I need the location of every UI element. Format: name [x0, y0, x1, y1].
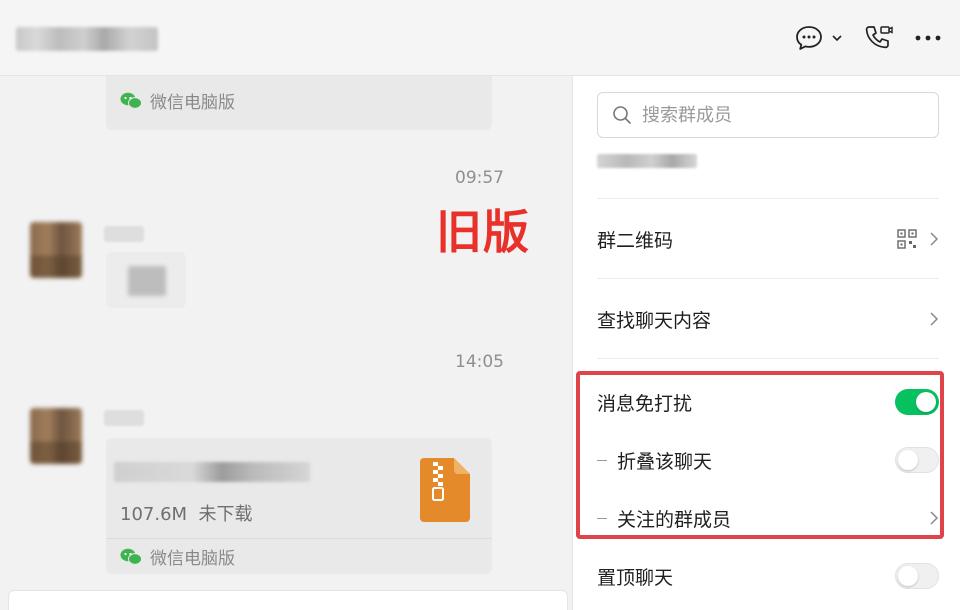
phone-video-icon: [865, 26, 893, 49]
file-meta: 107.6M 未下载: [120, 500, 253, 526]
chevron-right-icon: [930, 232, 939, 246]
avatar[interactable]: [30, 222, 82, 278]
file-status: 未下载: [198, 504, 253, 525]
timestamp: 14:05: [455, 352, 504, 372]
chevron-right-icon: [930, 511, 939, 525]
row-fold-chat[interactable]: 折叠该聊天: [597, 440, 939, 480]
chevron-right-icon: [930, 312, 939, 326]
row-label: 置顶聊天: [597, 566, 674, 589]
image-thumbnail: [128, 266, 166, 296]
top-bar: [0, 0, 960, 76]
row-search-chat-content[interactable]: 查找聊天内容: [597, 299, 939, 339]
card-source: 微信电脑版: [120, 88, 235, 113]
qr-code-icon: [897, 229, 917, 249]
avatar[interactable]: [30, 408, 82, 464]
row-label: 群二维码: [597, 229, 674, 252]
member-search-box[interactable]: [597, 92, 939, 138]
row-label: 查找聊天内容: [597, 309, 712, 332]
file-name: [114, 462, 310, 482]
chat-input[interactable]: [8, 590, 568, 610]
call-button[interactable]: [864, 20, 894, 56]
source-label: 微信电脑版: [150, 93, 235, 113]
pin-toggle[interactable]: [895, 563, 939, 589]
more-button[interactable]: [914, 20, 942, 56]
chat-bubble-icon: [796, 26, 842, 50]
source-label: 微信电脑版: [150, 549, 235, 569]
search-icon: [613, 106, 631, 124]
wechat-icon: [120, 92, 142, 109]
card-divider: [106, 538, 492, 539]
chevron-down-icon: [832, 35, 842, 42]
row-followed-members[interactable]: 关注的群成员: [597, 498, 939, 538]
sender-name: [104, 410, 144, 426]
divider: [597, 198, 939, 199]
sender-name: [104, 226, 144, 242]
row-group-qr-code[interactable]: 群二维码: [597, 219, 939, 259]
chat-area: 微信电脑版 09:57 14:05 107.6M 未下载 微信电脑版: [0, 76, 572, 610]
row-label: 折叠该聊天: [617, 450, 713, 473]
file-message[interactable]: 107.6M 未下载 微信电脑版: [106, 438, 492, 574]
chat-info-panel: 群二维码 查找聊天内容 消息免打扰 折叠该聊天: [572, 76, 960, 610]
member-search-input[interactable]: [642, 104, 912, 126]
member-list[interactable]: [597, 154, 697, 168]
more-dots-icon: [915, 35, 941, 41]
card-source: 微信电脑版: [120, 544, 235, 569]
file-size: 107.6M: [120, 504, 188, 525]
row-label: 消息免打扰: [597, 392, 693, 415]
wechat-icon: [120, 548, 142, 565]
zip-file-icon: [420, 458, 470, 522]
row-mute-notifications[interactable]: 消息免打扰: [597, 382, 939, 422]
divider: [597, 358, 939, 359]
message-card[interactable]: 微信电脑版: [106, 76, 492, 130]
fold-toggle[interactable]: [895, 447, 939, 473]
chat-info-button[interactable]: [796, 20, 844, 56]
version-label: 旧版: [436, 205, 530, 259]
image-message[interactable]: [106, 252, 186, 308]
timestamp: 09:57: [455, 168, 504, 188]
row-pin-chat[interactable]: 置顶聊天: [597, 556, 939, 596]
mute-toggle[interactable]: [895, 389, 939, 415]
top-actions: [796, 20, 942, 56]
divider: [597, 278, 939, 279]
row-label: 关注的群成员: [617, 508, 732, 531]
chat-title: [16, 27, 158, 51]
